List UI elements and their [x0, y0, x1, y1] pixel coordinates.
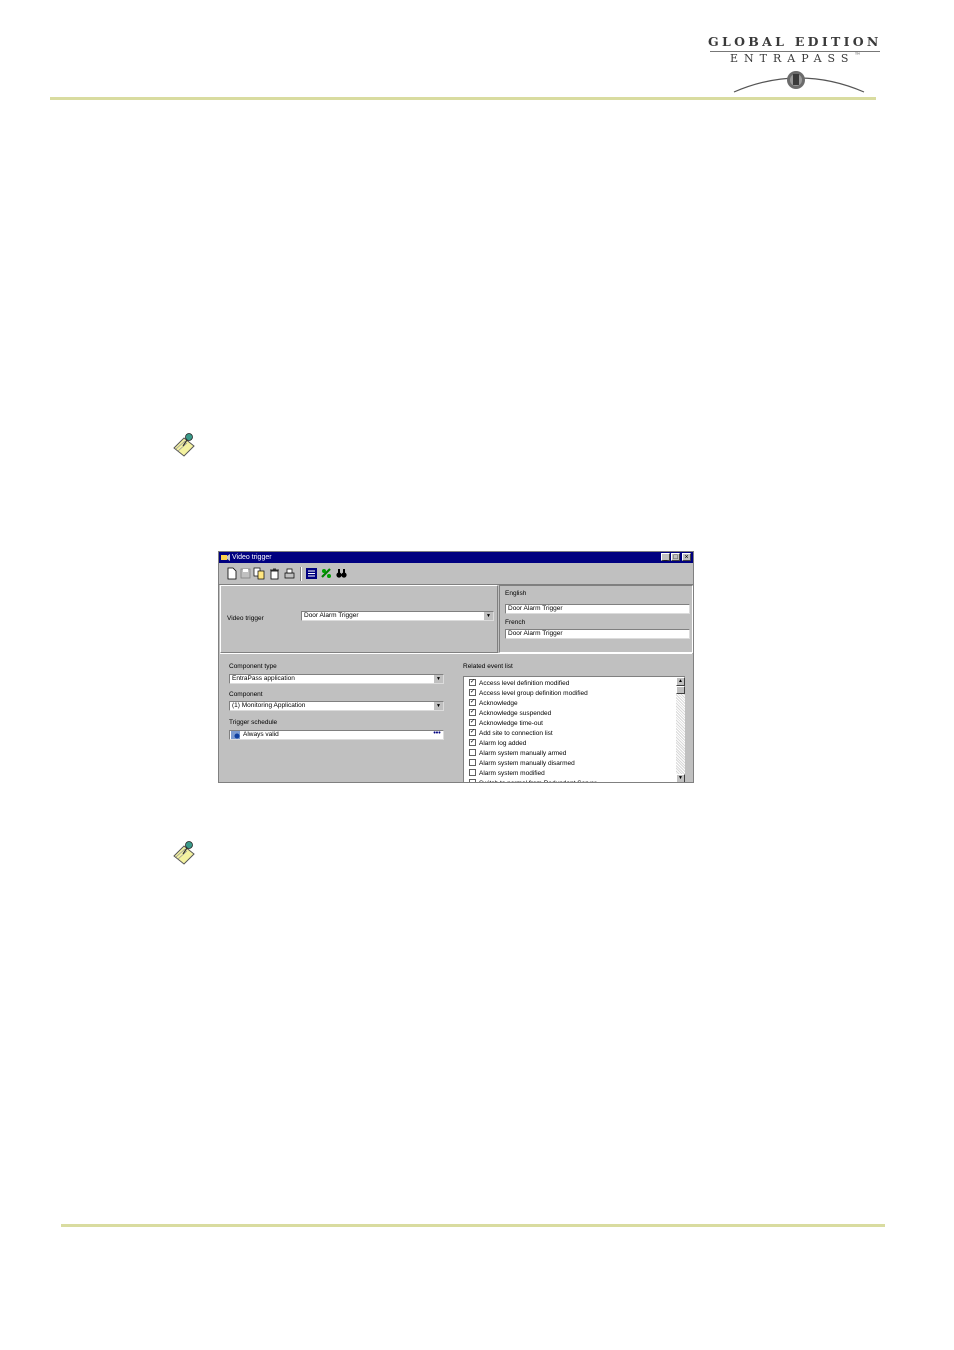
chevron-down-icon[interactable]: ▼ [433, 675, 443, 683]
related-event-list-label: Related event list [463, 663, 513, 670]
event-checkbox[interactable] [469, 748, 476, 756]
event-list-item[interactable]: ✓ Acknowledge [469, 698, 518, 709]
toolbar [219, 564, 693, 585]
event-checkbox[interactable]: ✓ [469, 738, 476, 746]
link-icon[interactable] [320, 567, 333, 580]
event-list-item[interactable]: ✓ Acknowledge time-out [469, 718, 543, 729]
related-event-list[interactable]: ✓ Access level definition modified ✓ Access… [463, 676, 685, 782]
entrapass-logo: GLOBAL EDITION ENTRAPASS™ [704, 30, 894, 98]
event-checkbox[interactable]: ✓ [469, 688, 476, 696]
event-label: Alarm system modified [479, 770, 545, 777]
event-label: Alarm system manually armed [479, 750, 567, 757]
video-trigger-value: Door Alarm Trigger [304, 612, 359, 619]
list-scrollbar[interactable]: ▲ ▼ [676, 677, 685, 782]
video-trigger-app-icon [221, 554, 230, 561]
header-rule [50, 97, 876, 100]
event-checkbox[interactable]: ✓ [469, 708, 476, 716]
event-checkbox[interactable] [469, 768, 476, 776]
component-combo[interactable]: (1) Monitoring Application ▼ [229, 701, 444, 711]
event-list-item[interactable]: ✓ Access level group definition modified [469, 688, 588, 699]
print-icon[interactable] [283, 567, 296, 580]
french-field[interactable]: Door Alarm Trigger [505, 629, 690, 639]
event-label: Add site to connection list [479, 730, 553, 737]
maximize-button[interactable]: □ [671, 553, 680, 561]
trigger-schedule-field[interactable]: Always valid ••• [229, 730, 444, 740]
chevron-down-icon[interactable]: ▼ [433, 702, 443, 710]
language-panel: English Door Alarm Trigger French Door A… [499, 585, 693, 653]
event-list-item[interactable]: ✓ Access level definition modified [469, 678, 570, 689]
scroll-down-button[interactable]: ▼ [676, 774, 685, 782]
copy-icon[interactable] [253, 567, 266, 580]
scroll-up-button[interactable]: ▲ [676, 677, 685, 686]
event-list-item[interactable]: Alarm system manually disarmed [469, 758, 575, 769]
english-field[interactable]: Door Alarm Trigger [505, 604, 690, 614]
event-label: Alarm log added [479, 740, 527, 747]
minimize-button[interactable]: _ [661, 553, 670, 561]
event-label: Acknowledge time-out [479, 720, 543, 727]
event-label: Acknowledge [479, 700, 518, 707]
window-title: Video trigger [232, 554, 272, 561]
event-checkbox[interactable] [469, 758, 476, 766]
more-options-button[interactable]: ••• [432, 731, 442, 739]
event-list-item[interactable]: Alarm system manually armed [469, 748, 567, 759]
french-label: French [505, 619, 526, 626]
event-checkbox[interactable]: ✓ [469, 728, 476, 736]
event-label: Access level definition modified [479, 680, 570, 687]
event-list-item[interactable]: Switch to normal from Redundant Server [469, 778, 596, 782]
logo-line-1: GLOBAL EDITION [708, 34, 882, 49]
event-label: Alarm system manually disarmed [479, 760, 575, 767]
trigger-settings-panel: Component type EntraPass application ▼ C… [220, 653, 692, 782]
component-type-value: EntraPass application [232, 675, 295, 682]
component-type-label: Component type [229, 663, 277, 670]
video-trigger-window: Video trigger _ □ × Video trigger Door A… [218, 551, 694, 783]
video-trigger-label: Video trigger [227, 615, 264, 622]
event-list-item[interactable]: ✓ Acknowledge suspended [469, 708, 552, 719]
event-label: Acknowledge suspended [479, 710, 552, 717]
toolbar-separator [300, 567, 302, 581]
event-checkbox[interactable]: ✓ [469, 698, 476, 706]
new-icon[interactable] [225, 567, 238, 580]
trigger-schedule-label: Trigger schedule [229, 719, 278, 726]
delete-icon[interactable] [268, 567, 281, 580]
event-checkbox[interactable] [469, 778, 476, 782]
event-list-item[interactable]: ✓ Add site to connection list [469, 728, 553, 739]
title-bar[interactable]: Video trigger _ □ × [219, 552, 693, 563]
event-label: Switch to normal from Redundant Server [479, 780, 596, 782]
trigger-schedule-value: Always valid [243, 731, 279, 738]
scroll-thumb[interactable] [676, 686, 685, 694]
event-checkbox[interactable]: ✓ [469, 718, 476, 726]
close-button[interactable]: × [682, 553, 691, 561]
trigger-name-panel: Video trigger Door Alarm Trigger ▼ [220, 585, 498, 653]
event-checkbox[interactable]: ✓ [469, 678, 476, 686]
component-value: (1) Monitoring Application [232, 702, 306, 709]
video-trigger-combo[interactable]: Door Alarm Trigger ▼ [301, 611, 494, 621]
note-pad-icon [173, 841, 195, 865]
schedule-icon [231, 731, 240, 739]
logo-tm: ™ [854, 52, 861, 59]
component-type-combo[interactable]: EntraPass application ▼ [229, 674, 444, 684]
note-pad-icon [173, 433, 195, 457]
event-list-item[interactable]: Alarm system modified [469, 768, 545, 779]
list-icon[interactable] [305, 567, 318, 580]
event-list-item[interactable]: ✓ Alarm log added [469, 738, 527, 749]
logo-swoosh-icon [733, 71, 865, 93]
event-label: Access level group definition modified [479, 690, 588, 697]
english-label: English [505, 590, 527, 597]
component-label: Component [229, 691, 263, 698]
save-icon[interactable] [239, 567, 252, 580]
chevron-down-icon[interactable]: ▼ [483, 612, 493, 620]
find-icon[interactable] [335, 567, 348, 580]
footer-rule [61, 1224, 885, 1227]
